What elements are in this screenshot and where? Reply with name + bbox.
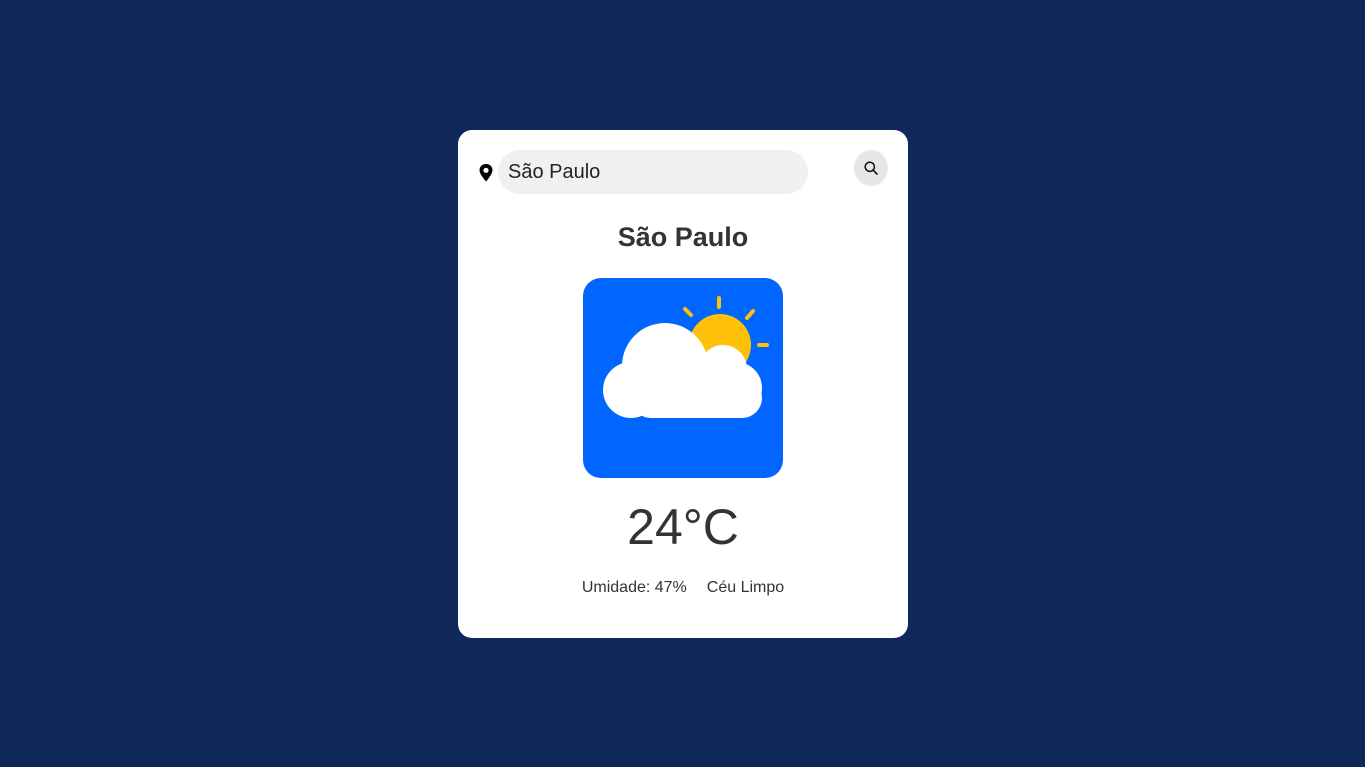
city-name: São Paulo bbox=[617, 222, 749, 252]
partly-cloudy-icon bbox=[583, 278, 783, 478]
temperature: 24°C bbox=[627, 499, 739, 555]
search-input[interactable] bbox=[498, 150, 808, 194]
search-button[interactable] bbox=[854, 150, 888, 186]
weather-details: Umidade: 47% Céu Limpo bbox=[458, 579, 908, 597]
search-bar bbox=[478, 150, 888, 194]
location-pin-icon bbox=[478, 164, 494, 182]
search-icon bbox=[864, 161, 878, 175]
weather-card: São Paulo 24°C Umidade: 47%Céu Limp bbox=[458, 130, 908, 638]
weather-description: Céu Limpo bbox=[706, 579, 785, 596]
humidity-text: Umidade: 47% bbox=[581, 579, 687, 596]
